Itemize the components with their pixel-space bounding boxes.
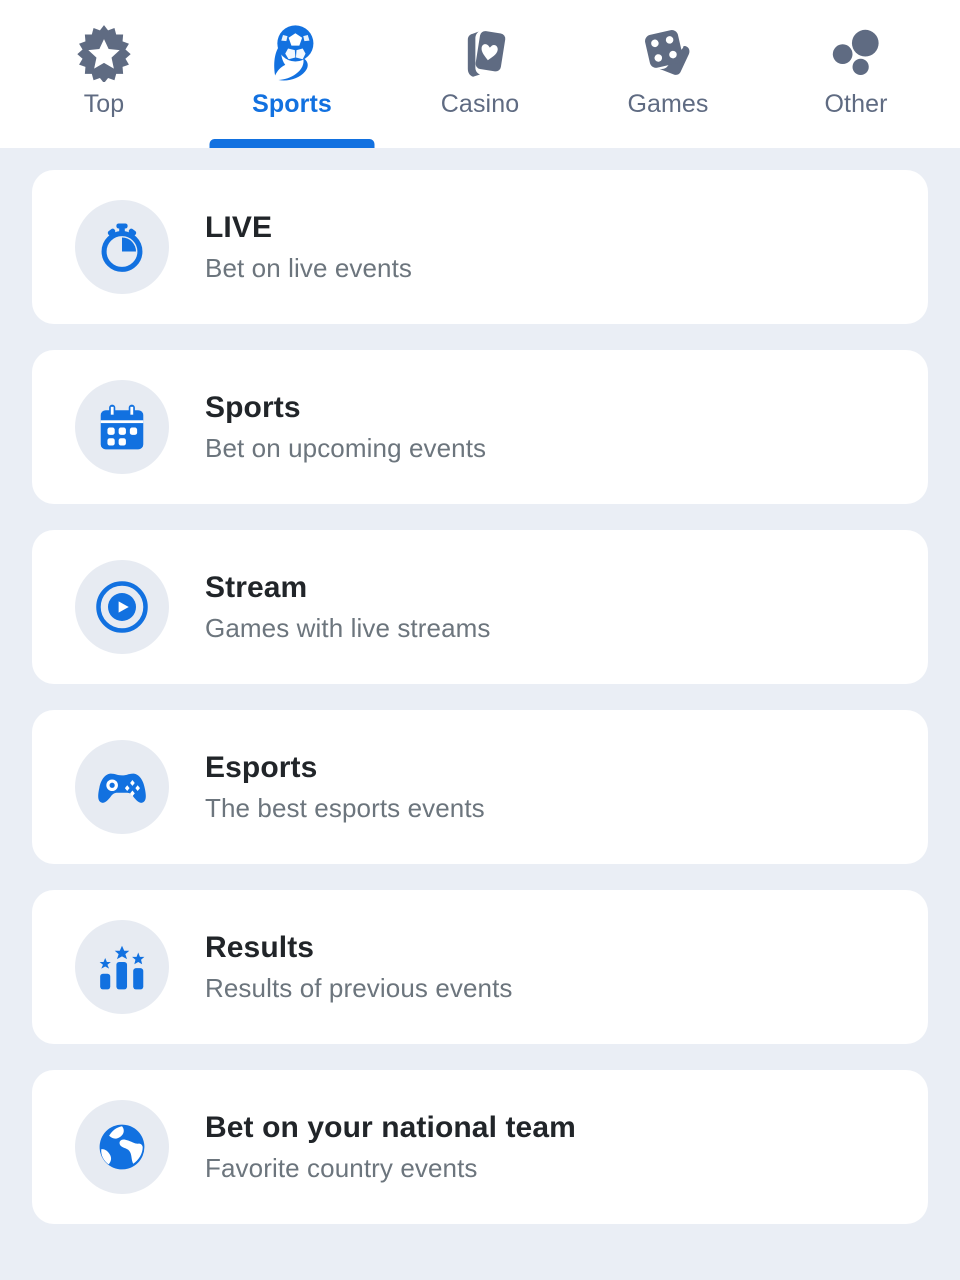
menu-item-subtitle: Bet on upcoming events (205, 432, 487, 463)
menu-item-subtitle: Favorite country events (205, 1152, 478, 1183)
menu-item-subtitle: Bet on live events (205, 252, 413, 283)
tab-games[interactable]: Games (586, 0, 750, 148)
menu-item-text: Esports The best esports events (205, 751, 485, 823)
globe-icon (75, 1100, 169, 1194)
menu-item-sports[interactable]: Sports Bet on upcoming events (32, 350, 928, 504)
tab-label: Other (824, 90, 888, 118)
menu-item-esports[interactable]: Esports The best esports events (32, 710, 928, 864)
menu-item-subtitle: Results of previous events (205, 972, 513, 1003)
menu-item-results[interactable]: Results Results of previous events (32, 890, 928, 1044)
menu-item-text: Bet on your national team Favorite count… (205, 1111, 576, 1183)
playing-cards-heart-icon (451, 22, 509, 84)
top-tab-bar: Top Sports Casino Games Other (0, 0, 960, 148)
tab-label: Sports (252, 90, 332, 118)
calendar-icon (75, 380, 169, 474)
three-circles-icon (827, 22, 885, 84)
tab-label: Top (83, 90, 125, 118)
menu-item-title: Stream (205, 571, 308, 605)
menu-item-title: Sports (205, 391, 301, 425)
tab-other[interactable]: Other (774, 0, 938, 148)
menu-item-title: Results (205, 931, 315, 965)
tab-label: Games (627, 90, 709, 118)
stopwatch-icon (75, 200, 169, 294)
menu-item-stream[interactable]: Stream Games with live streams (32, 530, 928, 684)
gamepad-icon (75, 740, 169, 834)
app-screen: Top Sports Casino Games Other LIVE Bet o… (0, 0, 960, 1280)
sports-menu-list: LIVE Bet on live events Sports Bet on up… (0, 148, 960, 1280)
dice-icon (639, 22, 697, 84)
podium-stars-icon (75, 920, 169, 1014)
menu-item-national-team[interactable]: Bet on your national team Favorite count… (32, 1070, 928, 1224)
menu-item-title: LIVE (205, 211, 273, 245)
menu-item-subtitle: The best esports events (205, 792, 485, 823)
menu-item-live[interactable]: LIVE Bet on live events (32, 170, 928, 324)
tab-top[interactable]: Top (22, 0, 186, 148)
menu-item-text: Results Results of previous events (205, 931, 513, 1003)
tab-sports[interactable]: Sports (209, 0, 375, 148)
menu-item-subtitle: Games with live streams (205, 612, 491, 643)
menu-item-text: Sports Bet on upcoming events (205, 391, 486, 463)
soccer-ball-icon (263, 22, 321, 84)
play-circle-icon (75, 560, 169, 654)
menu-item-text: Stream Games with live streams (205, 571, 490, 643)
menu-item-title: Bet on your national team (205, 1111, 576, 1145)
starburst-badge-icon (75, 22, 133, 84)
tab-casino[interactable]: Casino (398, 0, 562, 148)
menu-item-text: LIVE Bet on live events (205, 211, 412, 283)
active-tab-indicator (209, 139, 375, 148)
menu-item-title: Esports (205, 751, 318, 785)
tab-label: Casino (440, 90, 520, 118)
